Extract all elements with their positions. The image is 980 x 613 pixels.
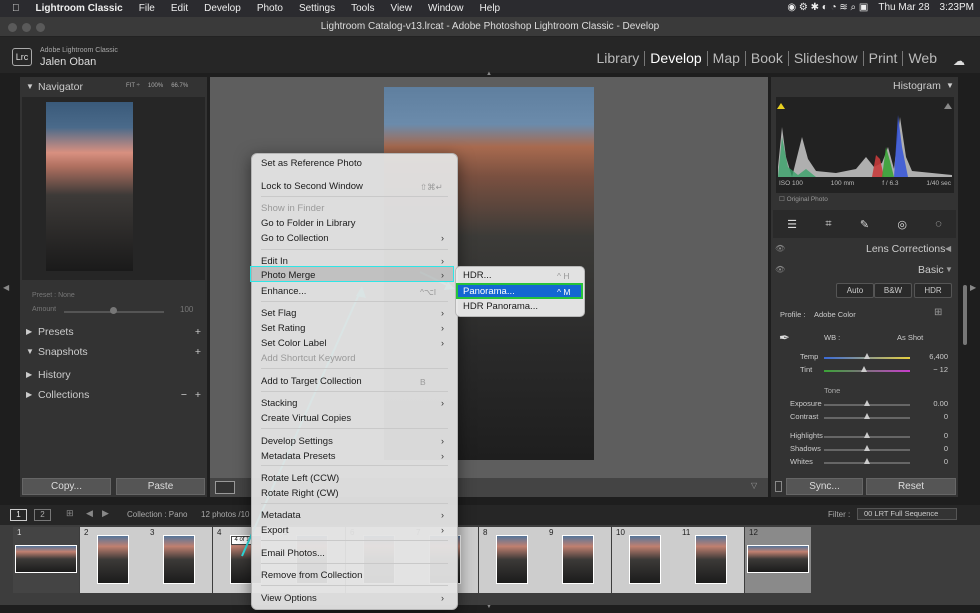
- menu-item-edit-in[interactable]: Edit In: [261, 256, 288, 267]
- submenu-panorama-shortcut: ^ M: [557, 287, 571, 297]
- submenu-chevron-icon: ›: [441, 436, 444, 446]
- menu-separator: [261, 503, 448, 504]
- menu-item-create-virtual-copies[interactable]: Create Virtual Copies: [261, 413, 351, 424]
- menu-item-remove-from-collection[interactable]: Remove from Collection: [261, 570, 362, 581]
- menu-item-develop-settings[interactable]: Develop Settings: [261, 436, 333, 447]
- submenu-hdr-shortcut: ^ H: [557, 271, 570, 281]
- menu-separator: [261, 391, 448, 392]
- submenu-chevron-icon: ›: [441, 398, 444, 408]
- menu-item-go-to-collection[interactable]: Go to Collection: [261, 233, 329, 244]
- menu-shortcut: ^⌥I: [420, 287, 437, 297]
- menu-separator: [261, 540, 448, 541]
- submenu-chevron-icon: ›: [441, 525, 444, 535]
- submenu-hdr[interactable]: HDR...: [463, 270, 492, 281]
- submenu-chevron-icon: ›: [441, 270, 444, 280]
- menu-item-set-as-reference-photo[interactable]: Set as Reference Photo: [261, 158, 362, 169]
- submenu-chevron-icon: ›: [441, 451, 444, 461]
- menu-item-show-in-finder: Show in Finder: [261, 203, 325, 214]
- submenu-chevron-icon: ›: [441, 256, 444, 266]
- menu-item-export[interactable]: Export: [261, 525, 288, 536]
- submenu-hdr-panorama[interactable]: HDR Panorama...: [463, 301, 538, 312]
- menu-separator: [261, 301, 448, 302]
- menu-item-set-color-label[interactable]: Set Color Label: [261, 338, 326, 349]
- menu-item-view-options[interactable]: View Options: [261, 593, 317, 604]
- menu-separator: [261, 563, 448, 564]
- menu-separator: [261, 368, 448, 369]
- submenu-chevron-icon: ›: [441, 593, 444, 603]
- menu-item-email-photos[interactable]: Email Photos...: [261, 548, 325, 559]
- submenu-chevron-icon: ›: [441, 338, 444, 348]
- menu-item-enhance[interactable]: Enhance...: [261, 286, 306, 297]
- submenu-chevron-icon: ›: [441, 510, 444, 520]
- menu-separator: [261, 465, 448, 466]
- menu-item-metadata-presets[interactable]: Metadata Presets: [261, 451, 335, 462]
- menu-item-stacking[interactable]: Stacking: [261, 398, 297, 409]
- submenu-chevron-icon: ›: [441, 308, 444, 318]
- menu-separator: [261, 585, 448, 586]
- menu-item-go-to-folder-in-library[interactable]: Go to Folder in Library: [261, 218, 356, 229]
- submenu-panorama[interactable]: Panorama...: [463, 286, 515, 297]
- menu-separator: [261, 428, 448, 429]
- submenu-chevron-icon: ›: [441, 323, 444, 333]
- menu-item-add-shortcut-keyword: Add Shortcut Keyword: [261, 353, 356, 364]
- menu-item-metadata[interactable]: Metadata: [261, 510, 301, 521]
- menu-item-set-rating[interactable]: Set Rating: [261, 323, 305, 334]
- menu-item-rotate-right-cw[interactable]: Rotate Right (CW): [261, 488, 339, 499]
- menu-shortcut: ⇧⌘↵: [420, 182, 443, 192]
- menu-separator: [261, 249, 448, 250]
- menu-item-rotate-left-ccw[interactable]: Rotate Left (CCW): [261, 473, 339, 484]
- menu-item-photo-merge[interactable]: Photo Merge: [261, 270, 315, 281]
- submenu-chevron-icon: ›: [441, 233, 444, 243]
- menu-item-add-to-target-collection[interactable]: Add to Target Collection: [261, 376, 362, 387]
- menu-item-set-flag[interactable]: Set Flag: [261, 308, 296, 319]
- menu-shortcut: B: [420, 377, 426, 387]
- menu-item-lock-to-second-window[interactable]: Lock to Second Window: [261, 181, 363, 192]
- menu-separator: [261, 196, 448, 197]
